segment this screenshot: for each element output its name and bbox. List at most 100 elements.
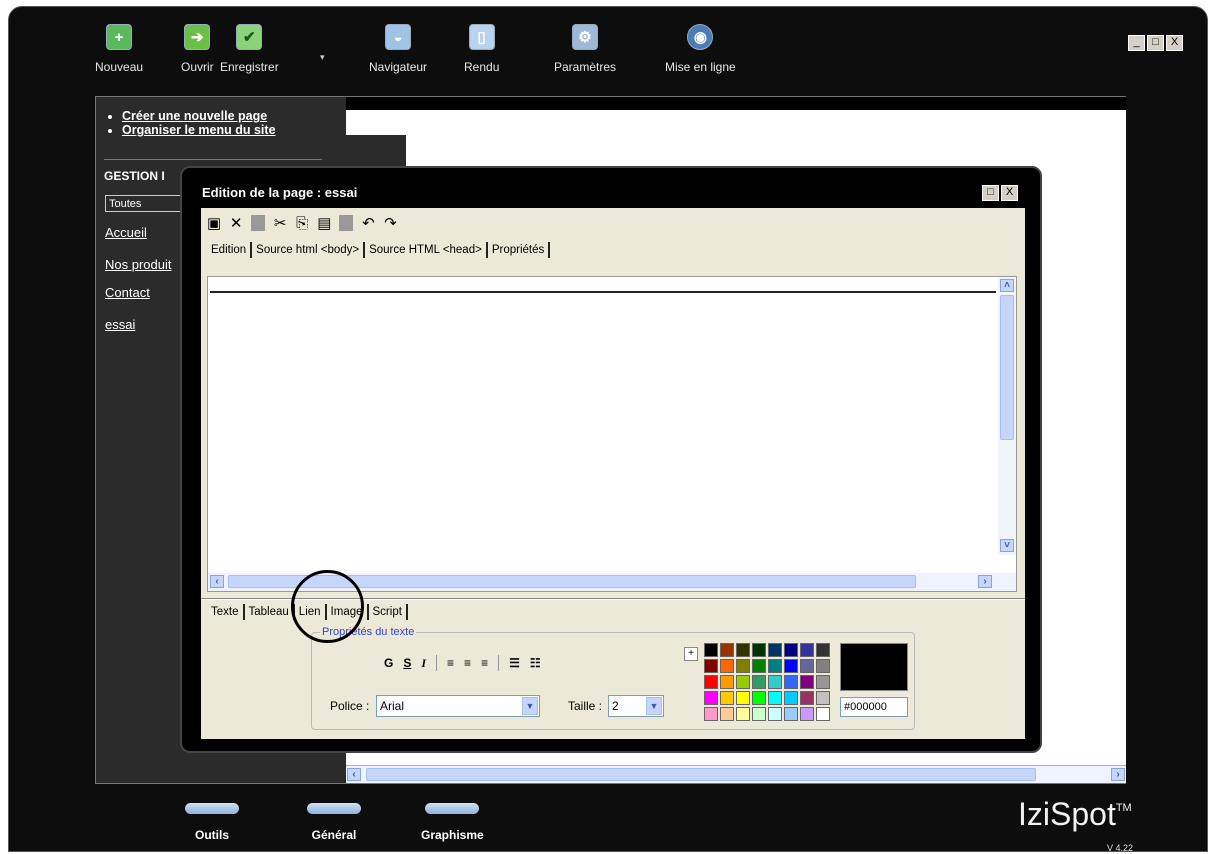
- align-right-icon[interactable]: ≡: [481, 656, 488, 670]
- scroll-up-icon[interactable]: ˄: [1000, 279, 1014, 292]
- color-swatch[interactable]: [704, 707, 718, 721]
- more-colors-button[interactable]: +: [684, 647, 698, 661]
- color-swatch[interactable]: [768, 675, 782, 689]
- color-swatch[interactable]: [816, 675, 830, 689]
- sidebar-item-organize-menu[interactable]: Organiser le menu du site: [122, 123, 346, 137]
- toolbar-publish-button[interactable]: ◉ Mise en ligne: [665, 24, 736, 74]
- color-swatch[interactable]: [720, 675, 734, 689]
- page-link-contact[interactable]: Contact: [105, 285, 150, 300]
- toolbar-open-button[interactable]: ➔ Ouvrir: [181, 24, 214, 74]
- color-swatch[interactable]: [784, 643, 798, 657]
- color-swatch[interactable]: [784, 691, 798, 705]
- save-icon[interactable]: ▣: [207, 214, 221, 232]
- maximize-button[interactable]: □: [1147, 35, 1164, 51]
- scroll-left-icon[interactable]: ‹: [347, 768, 361, 781]
- color-swatch[interactable]: [816, 707, 830, 721]
- close-icon[interactable]: ✕: [229, 214, 243, 232]
- toolbar-new-button[interactable]: + Nouveau: [95, 24, 143, 74]
- tab-properties[interactable]: Propriétés: [488, 242, 551, 258]
- color-swatch[interactable]: [800, 643, 814, 657]
- align-left-icon[interactable]: ≡: [447, 656, 454, 670]
- tab-script[interactable]: Script: [369, 604, 408, 620]
- toolbar-save-button[interactable]: ✔ Enregistrer: [220, 24, 279, 74]
- color-swatch[interactable]: [752, 659, 766, 673]
- color-swatch[interactable]: [816, 643, 830, 657]
- toolbar-render-button[interactable]: ▯ Rendu: [464, 24, 499, 74]
- color-swatch[interactable]: [752, 675, 766, 689]
- chevron-down-icon[interactable]: ▼: [522, 697, 538, 715]
- color-swatch[interactable]: [720, 659, 734, 673]
- preview-horizontal-scrollbar[interactable]: ‹ ›: [346, 765, 1126, 783]
- color-swatch[interactable]: [752, 691, 766, 705]
- scroll-left-icon[interactable]: ‹: [210, 575, 224, 588]
- color-swatch[interactable]: [800, 675, 814, 689]
- link-text[interactable]: Créer une nouvelle page: [122, 109, 267, 123]
- page-filter-select[interactable]: Toutes: [105, 195, 185, 212]
- undo-icon[interactable]: ↶: [361, 214, 375, 232]
- color-swatch[interactable]: [736, 707, 750, 721]
- paste-icon[interactable]: ▤: [317, 214, 331, 232]
- color-swatch[interactable]: [736, 659, 750, 673]
- toolbar-browser-button[interactable]: ◒ Navigateur: [369, 24, 427, 74]
- color-swatch[interactable]: [704, 691, 718, 705]
- bold-button[interactable]: G: [384, 656, 393, 670]
- color-swatch[interactable]: [768, 691, 782, 705]
- tab-source-body[interactable]: Source html <body>: [252, 242, 366, 258]
- color-swatch[interactable]: [720, 691, 734, 705]
- color-swatch[interactable]: [704, 659, 718, 673]
- page-link-produits[interactable]: Nos produit: [105, 257, 171, 272]
- save-dropdown-arrow-icon[interactable]: ▾: [320, 52, 325, 63]
- link-text[interactable]: Organiser le menu du site: [122, 123, 276, 137]
- bullet-list-icon[interactable]: ☰: [509, 656, 520, 670]
- numbered-list-icon[interactable]: ☷: [530, 656, 541, 670]
- italic-button[interactable]: I: [421, 656, 426, 671]
- color-swatch[interactable]: [768, 659, 782, 673]
- nav-graphisme[interactable]: Graphisme: [421, 803, 484, 842]
- color-swatch[interactable]: [816, 691, 830, 705]
- align-center-icon[interactable]: ≡: [464, 656, 471, 670]
- scroll-thumb[interactable]: [1000, 295, 1014, 440]
- tab-tableau[interactable]: Tableau: [245, 604, 295, 620]
- color-swatch[interactable]: [704, 643, 718, 657]
- color-swatch[interactable]: [736, 675, 750, 689]
- dialog-close-button[interactable]: X: [1001, 185, 1018, 201]
- tab-texte[interactable]: Texte: [207, 604, 245, 620]
- chevron-down-icon[interactable]: ▼: [646, 697, 662, 715]
- color-swatch[interactable]: [784, 659, 798, 673]
- editor-vertical-scrollbar[interactable]: ˄ ˅: [998, 277, 1016, 555]
- color-swatch[interactable]: [800, 659, 814, 673]
- tab-source-head[interactable]: Source HTML <head>: [365, 242, 488, 258]
- color-swatch[interactable]: [736, 691, 750, 705]
- color-hex-field[interactable]: #000000: [840, 697, 908, 717]
- color-swatch[interactable]: [800, 691, 814, 705]
- color-swatch[interactable]: [816, 659, 830, 673]
- scroll-right-icon[interactable]: ›: [1111, 768, 1125, 781]
- page-link-essai[interactable]: essai: [105, 317, 135, 332]
- wysiwyg-editor[interactable]: ˄ ˅ ‹ ›: [207, 276, 1017, 592]
- tab-edition[interactable]: Edition: [207, 242, 253, 258]
- minimize-button[interactable]: _: [1128, 35, 1145, 51]
- color-swatch[interactable]: [784, 675, 798, 689]
- color-swatch[interactable]: [800, 707, 814, 721]
- nav-outils[interactable]: Outils: [185, 803, 239, 842]
- redo-icon[interactable]: ↷: [383, 214, 397, 232]
- close-window-button[interactable]: X: [1166, 35, 1183, 51]
- sidebar-item-new-page[interactable]: Créer une nouvelle page: [122, 109, 346, 123]
- size-select[interactable]: 2 ▼: [608, 695, 664, 717]
- color-swatch[interactable]: [736, 643, 750, 657]
- page-link-accueil[interactable]: Accueil: [105, 225, 147, 240]
- color-swatch[interactable]: [752, 643, 766, 657]
- nav-general[interactable]: Général: [307, 803, 361, 842]
- scroll-down-icon[interactable]: ˅: [1000, 539, 1014, 552]
- font-select[interactable]: Arial ▼: [376, 695, 540, 717]
- color-swatch[interactable]: [720, 643, 734, 657]
- color-swatch[interactable]: [784, 707, 798, 721]
- scroll-thumb[interactable]: [366, 768, 1036, 781]
- color-swatch[interactable]: [720, 707, 734, 721]
- color-swatch[interactable]: [704, 675, 718, 689]
- dialog-maximize-button[interactable]: □: [982, 185, 999, 201]
- copy-icon[interactable]: ⎘: [295, 215, 309, 232]
- scroll-right-icon[interactable]: ›: [978, 575, 992, 588]
- underline-button[interactable]: S: [403, 656, 411, 670]
- toolbar-settings-button[interactable]: ⚙ Paramètres: [554, 24, 616, 74]
